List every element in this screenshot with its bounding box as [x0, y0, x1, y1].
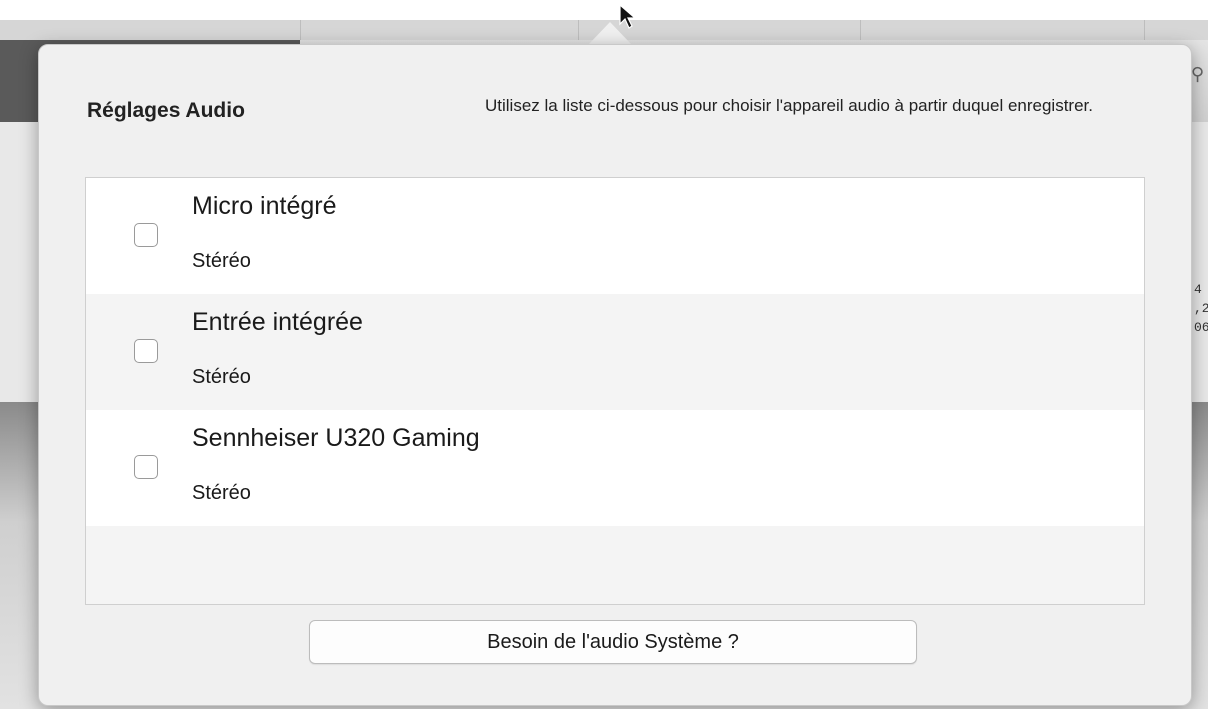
device-row-micro[interactable]: Micro intégré Stéréo — [86, 178, 1144, 294]
search-icon[interactable]: ⚲ — [1191, 64, 1204, 85]
background-divider — [860, 20, 861, 40]
device-checkbox[interactable] — [134, 223, 158, 247]
device-name: Sennheiser U320 Gaming — [192, 424, 480, 452]
background-top-area — [0, 0, 1208, 20]
device-channels: Stéréo — [192, 366, 251, 388]
partial-text-line: 06 — [1194, 320, 1208, 335]
audio-settings-popover: Réglages Audio Utilisez la liste ci-dess… — [38, 44, 1192, 706]
mouse-cursor-icon — [619, 4, 637, 29]
partial-text-line: 4 — [1194, 282, 1202, 297]
device-row-input[interactable]: Entrée intégrée Stéréo — [86, 294, 1144, 410]
background-divider — [1144, 20, 1145, 40]
background-divider — [300, 20, 301, 40]
panel-title: Réglages Audio — [87, 99, 245, 122]
device-checkbox[interactable] — [134, 339, 158, 363]
background-partial-text: 4 ,2 06 — [1194, 280, 1208, 337]
device-name: Entrée intégrée — [192, 308, 363, 336]
device-row-sennheiser[interactable]: Sennheiser U320 Gaming Stéréo — [86, 410, 1144, 526]
background-divider — [578, 20, 579, 40]
panel-description: Utilisez la liste ci-dessous pour choisi… — [485, 96, 1093, 115]
partial-text-line: ,2 — [1194, 301, 1208, 316]
device-channels: Stéréo — [192, 482, 251, 504]
system-audio-button[interactable]: Besoin de l'audio Système ? — [309, 620, 917, 664]
device-name: Micro intégré — [192, 192, 337, 220]
device-checkbox[interactable] — [134, 455, 158, 479]
audio-device-list: Micro intégré Stéréo Entrée intégrée Sté… — [85, 177, 1145, 605]
device-channels: Stéréo — [192, 250, 251, 272]
